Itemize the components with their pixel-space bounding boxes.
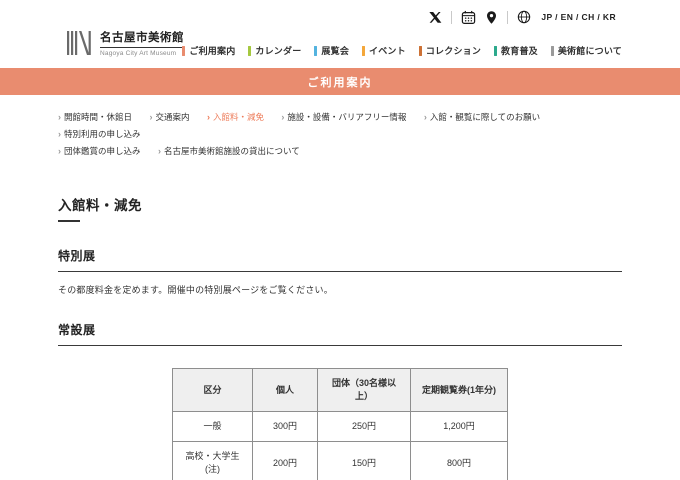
chevron-right-icon: › [58, 146, 61, 156]
main-content: 入館料・減免 特別展 その都度料金を定めます。開催中の特別展ページをご覧ください… [58, 194, 622, 480]
nav-color-bar [314, 45, 318, 56]
table-header-row: 区分 個人 団体（30名様以上） 定期観覧券(1年分) [172, 367, 508, 413]
cell: 300円 [252, 411, 318, 443]
nav-item-calendar[interactable]: カレンダー [248, 44, 301, 57]
admission-price-table: 区分 個人 団体（30名様以上） 定期観覧券(1年分) 一般 300円 250円… [172, 367, 508, 480]
cell: 200円 [252, 441, 318, 480]
museum-logo-icon [67, 31, 91, 55]
site-title: 名古屋市美術館 [100, 29, 184, 48]
utility-bar: JP / EN / CH / KR [429, 9, 616, 25]
col-header-annual-pass: 定期観覧券(1年分) [410, 367, 508, 413]
site-subtitle: Nagoya City Art Museum [100, 50, 177, 57]
nav-item-about[interactable]: 美術館について [550, 44, 622, 57]
banner-title: ご利用案内 [307, 76, 373, 89]
language-switcher[interactable]: JP / EN / CH / KR [541, 12, 616, 22]
nav-color-bar [418, 45, 422, 56]
subnav-link-hours[interactable]: › 開館時間・休館日 [58, 109, 132, 125]
cell: 高校・大学生(注) [172, 441, 253, 480]
col-header-category: 区分 [172, 367, 253, 413]
nav-color-bar [182, 45, 186, 56]
section-body-special: その都度料金を定めます。開催中の特別展ページをご覧ください。 [58, 285, 333, 295]
chevron-right-icon: › [281, 112, 285, 122]
nav-item-exhibitions[interactable]: 展覧会 [314, 44, 349, 57]
nav-color-bar [362, 45, 366, 56]
nav-item-guide[interactable]: ご利用案内 [182, 44, 235, 57]
subnav-link-facility-rental[interactable]: › 名古屋市美術館施設の貸出について [158, 143, 300, 159]
col-header-individual: 個人 [252, 367, 318, 413]
chevron-right-icon: › [157, 146, 161, 156]
subnav-link-special-use[interactable]: › 特別利用の申し込み [58, 126, 141, 142]
divider [451, 10, 453, 24]
cell: 150円 [317, 441, 411, 480]
nav-color-bar [550, 45, 554, 56]
table-row: 一般 300円 250円 1,200円 [172, 411, 508, 443]
chevron-right-icon: › [149, 112, 153, 122]
site-logo[interactable]: 名古屋市美術館 Nagoya City Art Museum [66, 29, 184, 57]
nav-item-education[interactable]: 教育普及 [494, 44, 538, 57]
cell: 1,200円 [410, 411, 508, 443]
x-social-icon[interactable] [429, 11, 442, 24]
global-nav: ご利用案内 カレンダー 展覧会 イベント コレクション 教育普及 美術館について [182, 44, 622, 57]
nav-color-bar [494, 45, 498, 56]
subnav-row: › 開館時間・休館日 › 交通案内 › 入館料・減免 › 施設・設備・バリアフリー情報 … [58, 108, 622, 142]
subnav-link-access[interactable]: › 交通案内 [149, 109, 189, 125]
table-row: 高校・大学生(注) 200円 150円 800円 [172, 441, 508, 480]
section-heading-permanent: 常設展 [58, 321, 622, 346]
chevron-right-icon: › [423, 112, 427, 122]
nav-item-collection[interactable]: コレクション [418, 44, 481, 57]
subnav-link-facilities[interactable]: › 施設・設備・バリアフリー情報 [281, 109, 406, 125]
section-subnav: › 開館時間・休館日 › 交通案内 › 入館料・減免 › 施設・設備・バリアフリー情報 … [58, 108, 622, 159]
cell: 250円 [317, 411, 411, 443]
subnav-link-admission[interactable]: › 入館料・減免 [207, 109, 264, 125]
calendar-icon[interactable] [461, 10, 476, 25]
subnav-link-requests[interactable]: › 入館・観覧に際してのお願い [424, 109, 540, 125]
page-banner: ご利用案内 [0, 68, 680, 95]
nav-item-events[interactable]: イベント [362, 44, 406, 57]
col-header-group: 団体（30名様以上） [317, 367, 411, 413]
section-heading-special: 特別展 [58, 247, 622, 272]
nav-color-bar [248, 45, 252, 56]
location-pin-icon[interactable] [485, 10, 498, 25]
globe-icon[interactable] [517, 10, 531, 24]
cell: 800円 [410, 441, 508, 480]
subnav-link-group-visit[interactable]: › 団体鑑賞の申し込み [58, 143, 141, 159]
chevron-right-icon: › [58, 129, 61, 139]
divider [507, 10, 509, 24]
site-header: 名古屋市美術館 Nagoya City Art Museum JP / EN /… [0, 0, 680, 68]
chevron-right-icon: › [206, 112, 210, 122]
cell: 一般 [172, 411, 253, 443]
subnav-row: › 団体鑑賞の申し込み › 名古屋市美術館施設の貸出について [58, 142, 622, 159]
title-underline [58, 220, 80, 222]
price-table-wrap: 区分 個人 団体（30名様以上） 定期観覧券(1年分) 一般 300円 250円… [58, 367, 622, 480]
chevron-right-icon: › [58, 112, 61, 122]
page-title: 入館料・減免 [58, 198, 142, 213]
